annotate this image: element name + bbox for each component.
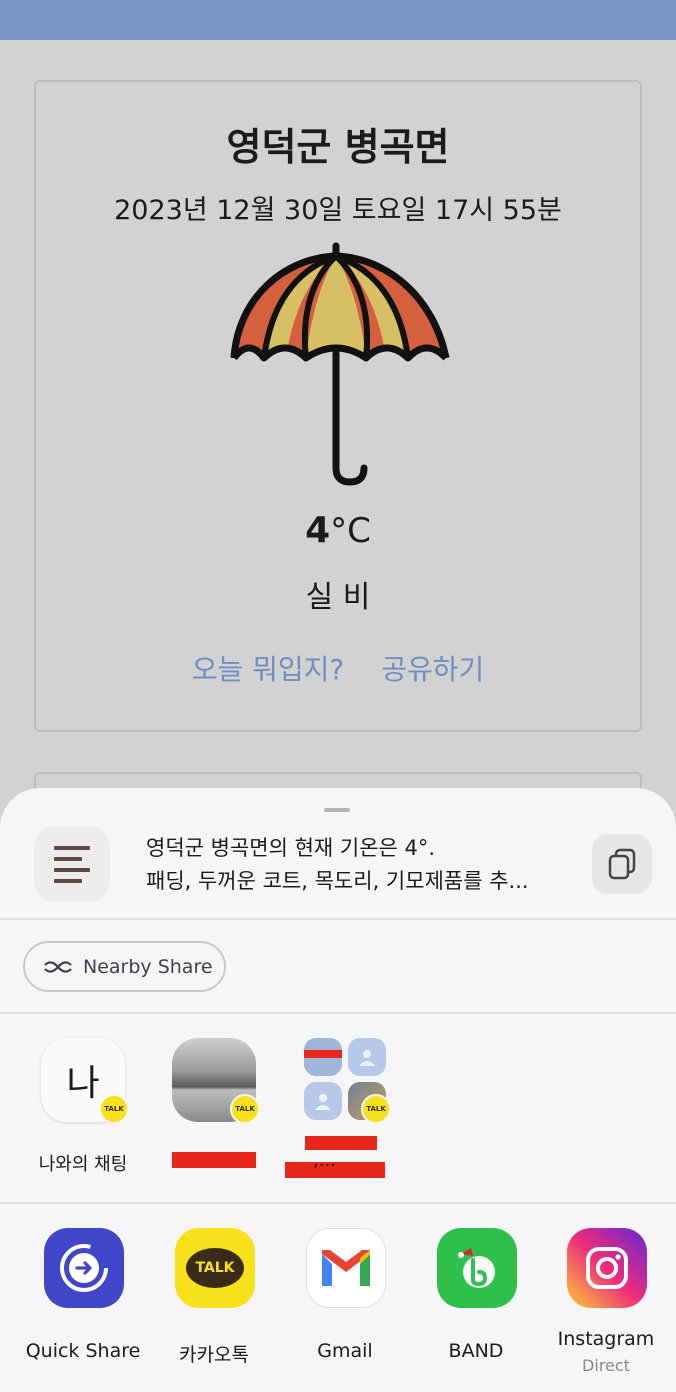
- app-label: Gmail: [317, 1340, 373, 1362]
- contact-label: ,...: [313, 1150, 336, 1171]
- kakaotalk-icon: TALK: [175, 1228, 255, 1308]
- weather-condition: 실 비: [305, 580, 371, 615]
- redacted-name: [305, 1136, 377, 1150]
- preview-line-2: 패딩, 두꺼운 코트, 목도리, 기모제품를 추...: [146, 869, 529, 893]
- kakaotalk-bubble: TALK: [186, 1248, 244, 1288]
- preview-line-1: 영덕군 병곡면의 현재 기온은 4°.: [146, 836, 436, 860]
- contact-label: 나와의 채팅: [38, 1154, 128, 1175]
- nearby-share-label: Nearby Share: [83, 955, 213, 978]
- weather-card: 영덕군 병곡면 2023년 12월 30일 토요일 17시 55분 4°C 실 …: [34, 80, 642, 732]
- band-icon: [437, 1228, 517, 1308]
- app-sublabel: Direct: [582, 1356, 630, 1375]
- copy-icon: [608, 848, 636, 880]
- app-label: 카카오톡: [179, 1344, 249, 1366]
- divider: [0, 918, 676, 920]
- kakaotalk-badge-icon: TALK: [99, 1094, 129, 1124]
- temperature-unit: °C: [330, 511, 371, 551]
- nearby-share-button[interactable]: Nearby Share: [23, 941, 226, 992]
- app-label: Quick Share: [25, 1340, 141, 1362]
- status-bar: [0, 0, 676, 40]
- umbrella-icon: [230, 242, 450, 486]
- person-icon: [304, 1082, 342, 1120]
- kakaotalk-badge-icon: TALK: [361, 1094, 391, 1124]
- redacted-avatar: [304, 1050, 342, 1058]
- divider: [0, 1012, 676, 1014]
- redacted-name: [172, 1152, 256, 1168]
- outfit-link[interactable]: 오늘 뭐입지?: [192, 653, 345, 686]
- nearby-share-icon: [44, 960, 72, 973]
- gmail-icon: [306, 1228, 386, 1308]
- share-sheet: 영덕군 병곡면의 현재 기온은 4°. 패딩, 두꺼운 코트, 목도리, 기모제…: [0, 788, 676, 1392]
- share-link[interactable]: 공유하기: [381, 653, 484, 686]
- quick-share-icon: [44, 1228, 124, 1308]
- app-label: BAND: [448, 1340, 504, 1362]
- temperature: 4°C: [36, 510, 640, 551]
- app-label: Instagram: [557, 1328, 655, 1350]
- text-preview-icon: [34, 826, 110, 902]
- datetime-text: 2023년 12월 30일 토요일 17시 55분: [114, 195, 562, 226]
- preview-text: 영덕군 병곡면의 현재 기온은 4°. 패딩, 두꺼운 코트, 목도리, 기모제…: [146, 832, 566, 898]
- person-icon: [348, 1038, 386, 1076]
- divider: [0, 1202, 676, 1204]
- copy-button[interactable]: [592, 834, 652, 894]
- instagram-icon: [567, 1228, 647, 1308]
- kakaotalk-badge-icon: TALK: [230, 1094, 260, 1124]
- drag-handle[interactable]: [324, 808, 350, 812]
- location-title: 영덕군 병곡면: [226, 125, 450, 169]
- card-actions: 오늘 뭐입지? 공유하기: [36, 648, 640, 688]
- temperature-value: 4: [305, 510, 331, 551]
